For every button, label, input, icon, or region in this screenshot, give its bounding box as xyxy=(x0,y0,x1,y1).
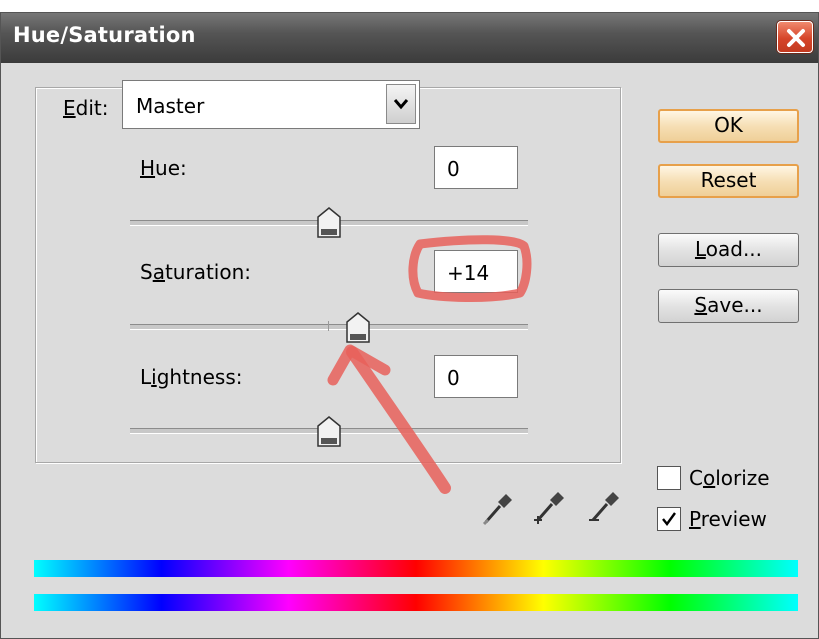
close-icon xyxy=(787,29,805,47)
eyedropper-plus-icon[interactable] xyxy=(530,490,566,528)
edit-dropdown-value: Master xyxy=(136,94,205,118)
eyedropper-minus-icon[interactable] xyxy=(585,490,621,528)
colorize-label[interactable]: Colorize xyxy=(689,466,770,490)
save-button[interactable]: Save... xyxy=(658,289,799,323)
colorize-checkbox[interactable] xyxy=(657,466,681,490)
title-bar[interactable]: Hue/Saturation xyxy=(1,13,818,63)
lightness-input[interactable]: 0 xyxy=(434,355,518,398)
reset-button[interactable]: Reset xyxy=(658,164,799,198)
checkmark-icon xyxy=(662,512,676,526)
saturation-center-tick xyxy=(328,321,329,331)
hue-slider-thumb[interactable] xyxy=(316,207,342,239)
dropdown-arrow-button[interactable] xyxy=(386,84,416,124)
saturation-input[interactable]: +14 xyxy=(434,250,518,293)
hue-label: Hue: xyxy=(140,156,187,180)
lightness-slider-thumb[interactable] xyxy=(316,416,342,448)
saturation-slider-thumb[interactable] xyxy=(345,312,371,344)
saturation-label: Saturation: xyxy=(140,260,252,284)
chevron-down-icon xyxy=(393,99,409,110)
close-button[interactable] xyxy=(777,21,813,53)
eyedropper-icon[interactable] xyxy=(480,490,516,528)
lightness-label: Lightness: xyxy=(140,365,243,389)
ok-button[interactable]: OK xyxy=(658,109,799,143)
hue-input[interactable]: 0 xyxy=(434,146,518,189)
input-color-bar xyxy=(34,560,798,577)
dialog-title: Hue/Saturation xyxy=(13,23,196,47)
edit-dropdown[interactable]: Master xyxy=(122,80,420,129)
preview-label[interactable]: Preview xyxy=(689,507,767,531)
output-color-bar xyxy=(34,594,798,611)
preview-checkbox[interactable] xyxy=(657,507,681,531)
load-button[interactable]: Load... xyxy=(658,233,799,267)
saturation-slider-track[interactable] xyxy=(130,321,528,331)
edit-label: Edit: xyxy=(60,96,113,120)
adjust-groupbox xyxy=(35,87,621,463)
